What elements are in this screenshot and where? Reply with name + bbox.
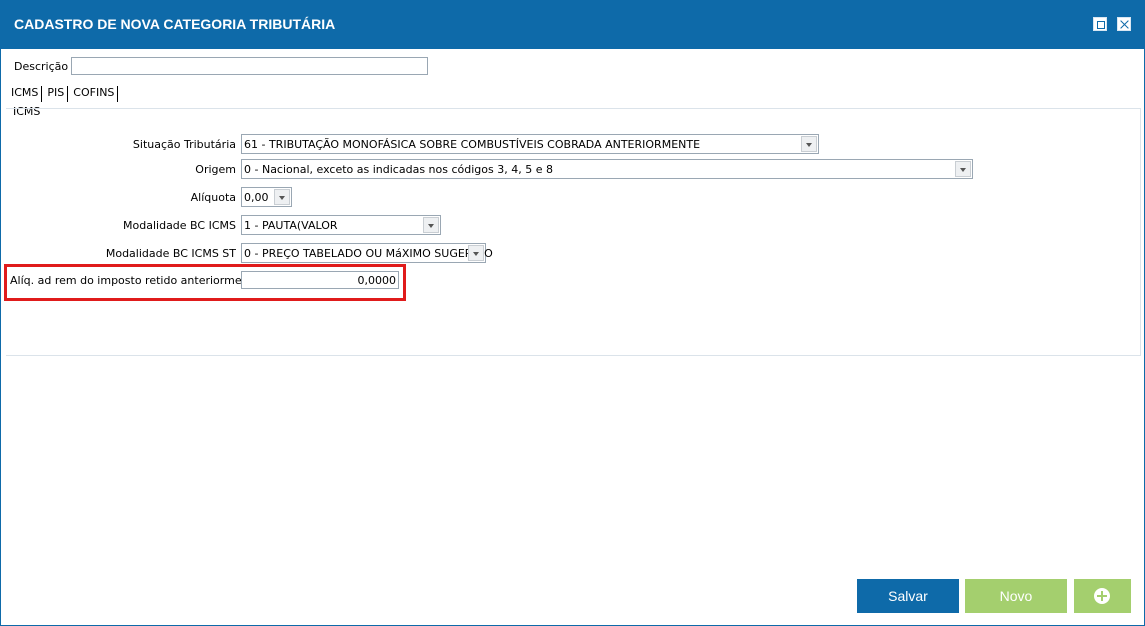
- window-title: CADASTRO DE NOVA CATEGORIA TRIBUTÁRIA: [14, 16, 336, 32]
- chevron-down-icon[interactable]: [274, 189, 290, 205]
- dialog-window: CADASTRO DE NOVA CATEGORIA TRIBUTÁRIA De…: [0, 0, 1145, 626]
- aliquota-select[interactable]: 0,00: [241, 187, 292, 207]
- modalidade-bc-value: 1 - PAUTA(VALOR: [244, 219, 338, 232]
- origem-label: Origem: [195, 163, 236, 176]
- add-button[interactable]: [1074, 579, 1131, 613]
- chevron-down-icon[interactable]: [423, 217, 439, 233]
- situacao-select[interactable]: 61 - TRIBUTAÇÃO MONOFÁSICA SOBRE COMBUST…: [241, 134, 819, 154]
- close-icon[interactable]: [1117, 17, 1131, 31]
- aliq-ad-rem-input[interactable]: 0,0000: [241, 271, 399, 289]
- aliquota-label: Alíquota: [190, 191, 236, 204]
- modalidade-bc-st-label: Modalidade BC ICMS ST: [105, 247, 236, 260]
- new-button[interactable]: Novo: [965, 579, 1067, 613]
- save-button[interactable]: Salvar: [857, 579, 959, 613]
- tab-bar: ICMS PIS COFINS: [9, 86, 120, 103]
- maximize-icon[interactable]: [1093, 17, 1107, 31]
- origem-value: 0 - Nacional, exceto as indicadas nos có…: [244, 163, 553, 176]
- aliquota-value: 0,00: [244, 191, 269, 204]
- chevron-down-icon[interactable]: [801, 136, 817, 152]
- plus-circle-icon: [1094, 588, 1110, 604]
- chevron-down-icon[interactable]: [955, 161, 971, 177]
- tab-pis[interactable]: PIS: [44, 86, 69, 102]
- descricao-input[interactable]: [71, 57, 428, 75]
- modalidade-bc-select[interactable]: 1 - PAUTA(VALOR: [241, 215, 441, 235]
- title-bar: CADASTRO DE NOVA CATEGORIA TRIBUTÁRIA: [1, 1, 1144, 49]
- modalidade-bc-st-select[interactable]: 0 - PREÇO TABELADO OU MáXIMO SUGERIDO: [241, 243, 493, 263]
- chevron-down-icon[interactable]: [468, 245, 484, 261]
- aliq-ad-rem-label: Alíq. ad rem do imposto retido anteriorm…: [10, 274, 264, 287]
- origem-select[interactable]: 0 - Nacional, exceto as indicadas nos có…: [241, 159, 973, 179]
- tab-cofins[interactable]: COFINS: [70, 86, 119, 102]
- modalidade-bc-st-value: 0 - PREÇO TABELADO OU MáXIMO SUGERIDO: [244, 247, 493, 260]
- situacao-label: Situação Tributária: [132, 138, 236, 151]
- descricao-label: Descrição: [14, 60, 69, 73]
- situacao-value: 61 - TRIBUTAÇÃO MONOFÁSICA SOBRE COMBUST…: [244, 138, 701, 151]
- tab-icms[interactable]: ICMS: [9, 86, 43, 102]
- aliq-ad-rem-value: 0,0000: [357, 274, 397, 287]
- modalidade-bc-label: Modalidade BC ICMS: [123, 219, 236, 232]
